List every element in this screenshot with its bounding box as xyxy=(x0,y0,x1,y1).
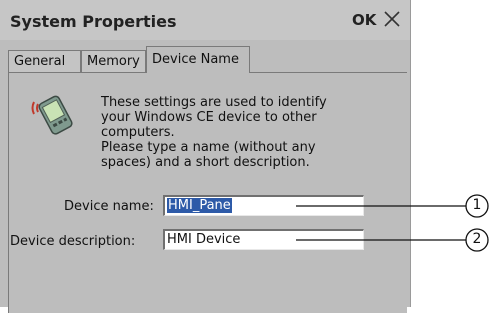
title-bar: System Properties OK xyxy=(0,0,410,40)
dialog-title: System Properties xyxy=(10,12,177,31)
callout-number-2: 2 xyxy=(472,231,482,247)
system-properties-dialog: System Properties OK General Memory Devi… xyxy=(0,0,411,313)
close-icon[interactable] xyxy=(382,9,402,29)
device-description-label: Device description: xyxy=(10,234,136,249)
description-text: These settings are used to identify your… xyxy=(101,95,341,170)
device-name-value: HMI_Pane xyxy=(167,198,232,213)
tab-device-name[interactable]: Device Name xyxy=(146,46,250,73)
device-description-field[interactable]: HMI Device xyxy=(163,229,364,250)
device-name-label: Device name: xyxy=(64,199,154,214)
callout-number-1: 1 xyxy=(472,197,482,213)
device-name-field[interactable]: HMI_Pane xyxy=(163,195,364,216)
ok-button[interactable]: OK xyxy=(352,11,376,29)
device-description-value: HMI Device xyxy=(167,232,241,247)
handheld-device-icon xyxy=(31,95,73,135)
description-line-1: These settings are used to identify your… xyxy=(101,95,327,140)
tab-general[interactable]: General xyxy=(8,50,81,72)
tab-memory[interactable]: Memory xyxy=(81,50,146,72)
description-line-2: Please type a name (without any spaces) … xyxy=(101,140,316,170)
